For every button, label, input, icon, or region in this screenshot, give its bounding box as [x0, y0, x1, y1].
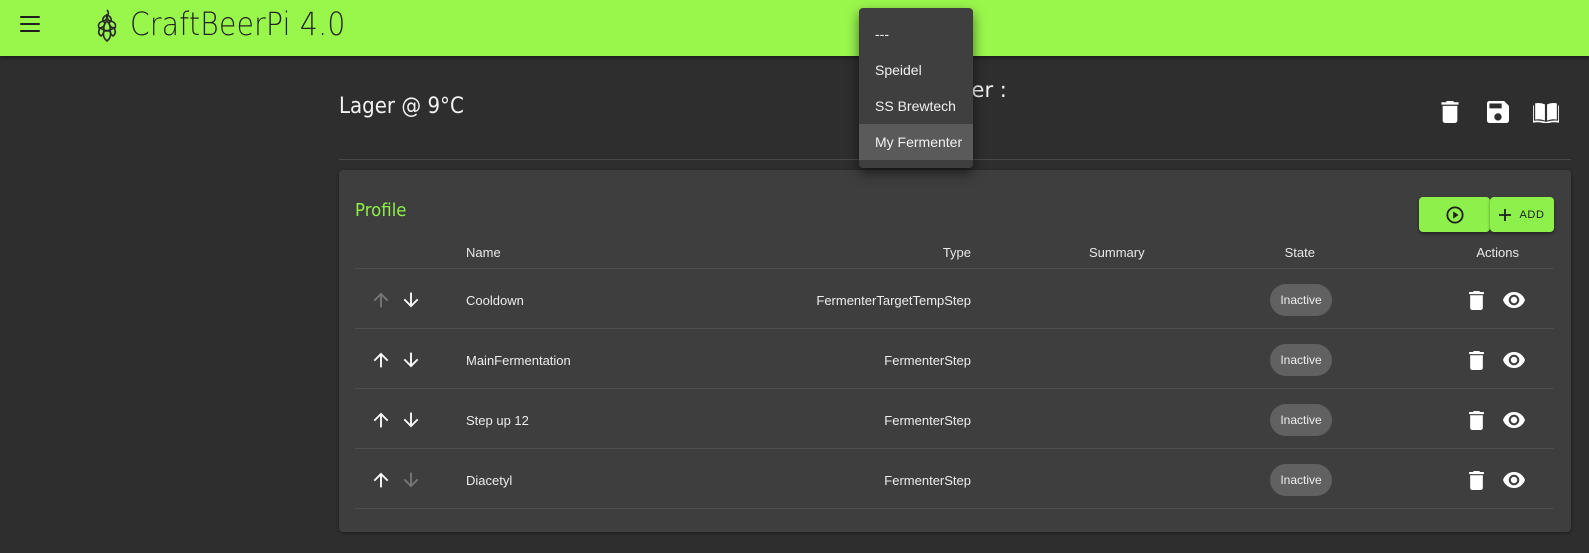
- hop-logo-icon: [97, 9, 117, 43]
- eye-icon: [1503, 292, 1525, 308]
- delete-profile-button[interactable]: [1436, 98, 1464, 126]
- step-type: FermenterStep: [884, 413, 971, 428]
- arrow-up-icon: [373, 472, 389, 488]
- step-state-badge: Inactive: [1270, 464, 1332, 496]
- panel-title: Profile: [355, 200, 407, 221]
- step-type: FermenterStep: [884, 473, 971, 488]
- eye-icon: [1503, 472, 1525, 488]
- delete-step-button[interactable]: [1464, 288, 1488, 312]
- column-header-state: State: [1284, 245, 1315, 260]
- save-icon: [1487, 101, 1509, 123]
- column-header-actions: Actions: [1476, 245, 1519, 260]
- move-down-button[interactable]: [400, 409, 422, 431]
- app-brand: CraftBeerPi 4.0: [130, 5, 346, 43]
- move-down-button[interactable]: [400, 289, 422, 311]
- column-header-name: Name: [466, 245, 501, 260]
- eye-icon: [1503, 412, 1525, 428]
- profile-panel: Profile ADD Name Type Summary State Acti…: [339, 170, 1571, 532]
- fermenter-option-speidel[interactable]: Speidel: [859, 52, 973, 88]
- plus-icon: [1499, 208, 1512, 221]
- load-recipe-button[interactable]: [1532, 98, 1560, 126]
- save-profile-button[interactable]: [1484, 98, 1512, 126]
- fermenter-option-none[interactable]: ---: [859, 16, 973, 52]
- step-state-badge: Inactive: [1270, 284, 1332, 316]
- menu-icon[interactable]: [20, 16, 40, 32]
- move-down-button[interactable]: [400, 469, 422, 491]
- step-type: FermenterStep: [884, 353, 971, 368]
- move-up-button[interactable]: [370, 409, 392, 431]
- column-header-summary: Summary: [1089, 245, 1145, 260]
- delete-step-button[interactable]: [1464, 468, 1488, 492]
- step-state-badge: Inactive: [1270, 404, 1332, 436]
- arrow-up-icon: [373, 412, 389, 428]
- fermenter-option-my-fermenter[interactable]: My Fermenter: [859, 124, 973, 160]
- delete-step-button[interactable]: [1464, 408, 1488, 432]
- delete-icon: [1468, 350, 1484, 370]
- move-up-button[interactable]: [370, 469, 392, 491]
- fermenter-dropdown-menu: --- Speidel SS Brewtech My Fermenter: [859, 8, 973, 168]
- fermenter-option-ss-brewtech[interactable]: SS Brewtech: [859, 88, 973, 124]
- table-divider: [355, 268, 1554, 269]
- delete-icon: [1441, 101, 1459, 123]
- delete-icon: [1468, 410, 1484, 430]
- move-up-button[interactable]: [370, 349, 392, 371]
- delete-icon: [1468, 470, 1484, 490]
- start-profile-button[interactable]: [1419, 197, 1490, 232]
- delete-step-button[interactable]: [1464, 348, 1488, 372]
- page-title: Lager @ 9°C: [339, 94, 464, 119]
- book-icon: [1533, 102, 1559, 123]
- arrow-down-icon: [403, 472, 419, 488]
- row-divider: [355, 328, 1554, 329]
- app-bar: CraftBeerPi 4.0: [0, 0, 1589, 56]
- step-name: Diacetyl: [466, 473, 513, 488]
- add-step-button[interactable]: ADD: [1490, 197, 1554, 232]
- view-step-button[interactable]: [1502, 468, 1526, 492]
- step-name: Step up 12: [466, 413, 529, 428]
- row-divider: [355, 508, 1554, 509]
- step-state-badge: Inactive: [1270, 344, 1332, 376]
- view-step-button[interactable]: [1502, 288, 1526, 312]
- view-step-button[interactable]: [1502, 408, 1526, 432]
- move-up-button[interactable]: [370, 289, 392, 311]
- arrow-down-icon: [403, 412, 419, 428]
- step-name: Cooldown: [466, 293, 524, 308]
- arrow-down-icon: [403, 292, 419, 308]
- row-divider: [355, 388, 1554, 389]
- arrow-down-icon: [403, 352, 419, 368]
- arrow-up-icon: [373, 292, 389, 308]
- step-type: FermenterTargetTempStep: [816, 293, 971, 308]
- step-name: MainFermentation: [466, 353, 571, 368]
- delete-icon: [1468, 290, 1484, 310]
- eye-icon: [1503, 352, 1525, 368]
- move-down-button[interactable]: [400, 349, 422, 371]
- arrow-up-icon: [373, 352, 389, 368]
- row-divider: [355, 448, 1554, 449]
- add-step-label: ADD: [1519, 208, 1545, 221]
- column-header-type: Type: [942, 245, 971, 260]
- view-step-button[interactable]: [1502, 348, 1526, 372]
- play-circle-icon: [1445, 205, 1464, 224]
